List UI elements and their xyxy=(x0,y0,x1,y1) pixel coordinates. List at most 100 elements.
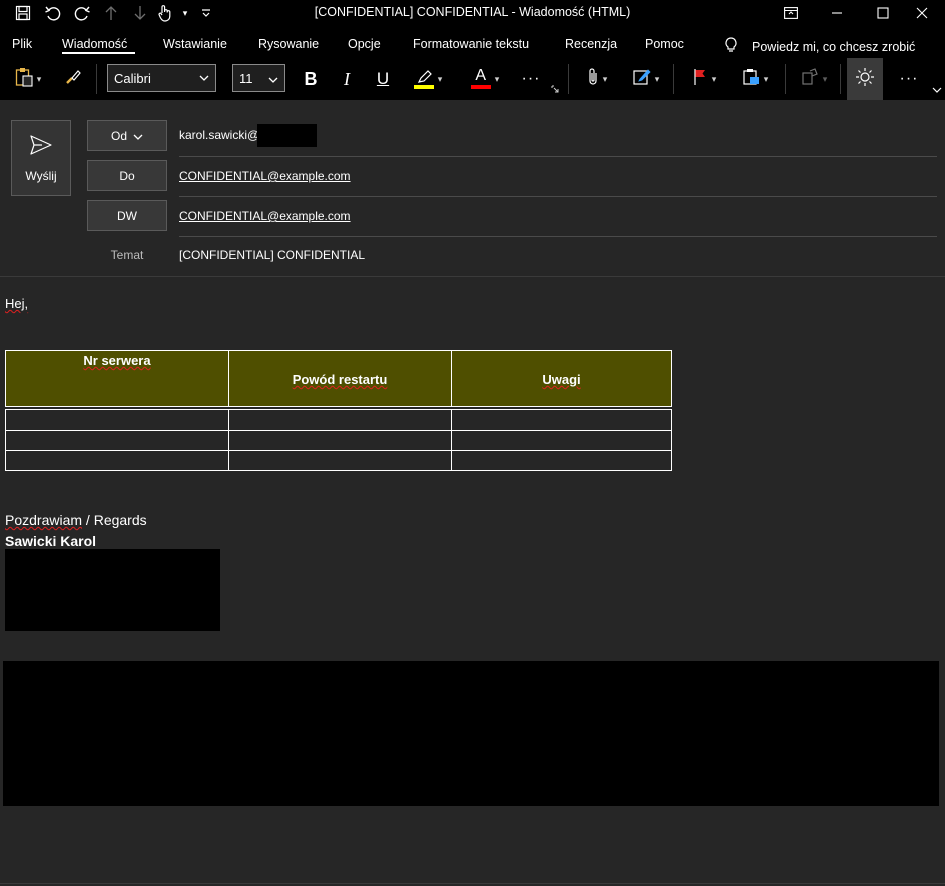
font-color-icon: A xyxy=(470,67,491,89)
table-cell[interactable] xyxy=(5,450,229,471)
font-color-bar xyxy=(470,85,491,89)
chevron-down-icon: ▾ xyxy=(822,73,828,84)
table-cell[interactable] xyxy=(451,430,672,451)
regards-en: Regards xyxy=(93,512,147,528)
more-options-button[interactable]: ··· xyxy=(895,66,923,92)
chevron-down-icon xyxy=(133,129,143,143)
tab-rysowanie[interactable]: Rysowanie xyxy=(258,37,319,51)
table-header-cell[interactable]: Uwagi xyxy=(451,350,672,407)
to-label: Do xyxy=(119,168,135,183)
flag-icon xyxy=(692,68,708,91)
tab-pomoc[interactable]: Pomoc xyxy=(645,37,684,51)
font-color-button[interactable]: A ▾ xyxy=(462,66,508,92)
tab-wstawianie[interactable]: Wstawianie xyxy=(163,37,227,51)
chevron-down-icon: ▾ xyxy=(494,73,500,84)
redacted-signature-logo xyxy=(5,549,220,631)
header-uwagi: Uwagi xyxy=(542,372,581,387)
tab-wiadomosc[interactable]: Wiadomość xyxy=(62,37,127,51)
ribbon: ▾ Calibri 11 B I U ▾ A ▾ ··· ▾ ▾ ▾ ▾ ▾ ·… xyxy=(0,58,945,100)
cc-field[interactable]: CONFIDENTIAL@example.com xyxy=(179,209,351,223)
tab-opcje[interactable]: Opcje xyxy=(348,37,381,51)
chevron-down-icon xyxy=(268,71,278,86)
more-formatting-button[interactable]: ··· xyxy=(517,66,545,92)
chevron-down-icon: ▾ xyxy=(711,73,717,84)
to-button[interactable]: Do xyxy=(87,160,167,191)
status-divider xyxy=(0,883,945,884)
follow-up-button[interactable]: ▾ xyxy=(685,66,723,92)
signature-regards[interactable]: Pozdrawiam / Regards xyxy=(5,512,147,528)
regards-pl: Pozdrawiam xyxy=(5,512,83,528)
bold-button[interactable]: B xyxy=(299,66,323,92)
from-value: karol.sawicki@ xyxy=(179,128,260,142)
chevron-down-icon: ▾ xyxy=(437,73,443,84)
greeting-text[interactable]: Hej, xyxy=(5,296,28,311)
tab-plik[interactable]: Plik xyxy=(12,37,32,51)
tab-formatowanie-tekstu[interactable]: Formatowanie tekstu xyxy=(413,37,529,51)
title-bar: ▾ [CONFIDENTIAL] CONFIDENTIAL - Wiadomoś… xyxy=(0,0,945,26)
apps-icon xyxy=(801,67,819,91)
field-divider xyxy=(179,196,937,197)
highlight-color-bar xyxy=(413,84,434,89)
table-cell[interactable] xyxy=(228,450,452,471)
chevron-down-icon: ▾ xyxy=(654,73,660,84)
attach-file-button[interactable]: ▾ xyxy=(580,66,614,92)
sensitivity-icon xyxy=(742,68,760,91)
minimize-icon[interactable] xyxy=(814,0,860,26)
cc-button[interactable]: DW xyxy=(87,200,167,231)
table-cell[interactable] xyxy=(451,409,672,431)
table-header-cell[interactable]: Powód restartu xyxy=(228,350,452,407)
ribbon-divider xyxy=(673,64,674,94)
close-icon[interactable] xyxy=(899,0,945,26)
ribbon-display-icon[interactable] xyxy=(768,0,814,26)
signature-button[interactable]: ▾ xyxy=(628,66,664,92)
field-divider xyxy=(179,156,937,157)
underline-button[interactable]: U xyxy=(371,66,395,92)
tab-recenzja[interactable]: Recenzja xyxy=(565,37,617,51)
to-field[interactable]: CONFIDENTIAL@example.com xyxy=(179,169,351,183)
sensitivity-button[interactable]: ▾ xyxy=(737,66,773,92)
font-size-select[interactable]: 11 xyxy=(232,64,285,92)
message-header: Wyślij Od karol.sawicki@ Do CONFIDENTIAL… xyxy=(0,100,945,277)
chevron-down-icon: ▾ xyxy=(36,73,42,84)
cc-label: DW xyxy=(117,208,137,223)
redacted-block xyxy=(257,124,317,147)
font-name-value: Calibri xyxy=(114,70,151,86)
dark-mode-toggle[interactable] xyxy=(847,58,883,100)
send-label: Wyślij xyxy=(25,168,57,183)
subject-field[interactable]: [CONFIDENTIAL] CONFIDENTIAL xyxy=(179,248,365,262)
table-cell[interactable] xyxy=(5,409,229,431)
table-cell[interactable] xyxy=(228,430,452,451)
redacted-signature-banner xyxy=(3,661,939,806)
table-header-cell[interactable]: Nr serwera xyxy=(5,350,229,407)
paste-button[interactable]: ▾ xyxy=(6,66,50,92)
regards-separator: / xyxy=(82,512,94,528)
paintbrush-icon xyxy=(64,68,82,91)
chevron-down-icon xyxy=(199,73,209,84)
table-cell[interactable] xyxy=(228,409,452,431)
send-button[interactable]: Wyślij xyxy=(11,120,71,196)
chevron-down-icon: ▾ xyxy=(763,73,769,84)
ribbon-divider xyxy=(568,64,569,94)
active-tab-indicator xyxy=(62,52,135,54)
field-divider xyxy=(179,236,937,237)
table-cell[interactable] xyxy=(451,450,672,471)
highlight-button[interactable]: ▾ xyxy=(405,66,451,92)
italic-button[interactable]: I xyxy=(335,66,359,92)
format-painter-button[interactable] xyxy=(60,66,86,92)
dialog-launcher-icon[interactable] xyxy=(549,84,561,94)
tell-me-search[interactable]: Powiedz mi, co chcesz zrobić xyxy=(724,37,915,56)
from-label: Od xyxy=(110,128,127,143)
tell-me-label: Powiedz mi, co chcesz zrobić xyxy=(752,39,916,54)
apps-button: ▾ xyxy=(797,66,831,92)
table-cell[interactable] xyxy=(5,430,229,451)
highlighter-icon xyxy=(413,69,434,89)
sun-icon xyxy=(855,67,875,92)
font-size-value: 11 xyxy=(239,70,253,86)
expand-ribbon-icon[interactable] xyxy=(930,84,944,96)
header-nr-serwera: Nr serwera xyxy=(83,353,151,368)
font-color-letter: A xyxy=(475,67,487,84)
from-button[interactable]: Od xyxy=(87,120,167,151)
send-icon xyxy=(29,134,53,161)
signature-name[interactable]: Sawicki Karol xyxy=(5,533,96,549)
font-name-select[interactable]: Calibri xyxy=(107,64,216,92)
